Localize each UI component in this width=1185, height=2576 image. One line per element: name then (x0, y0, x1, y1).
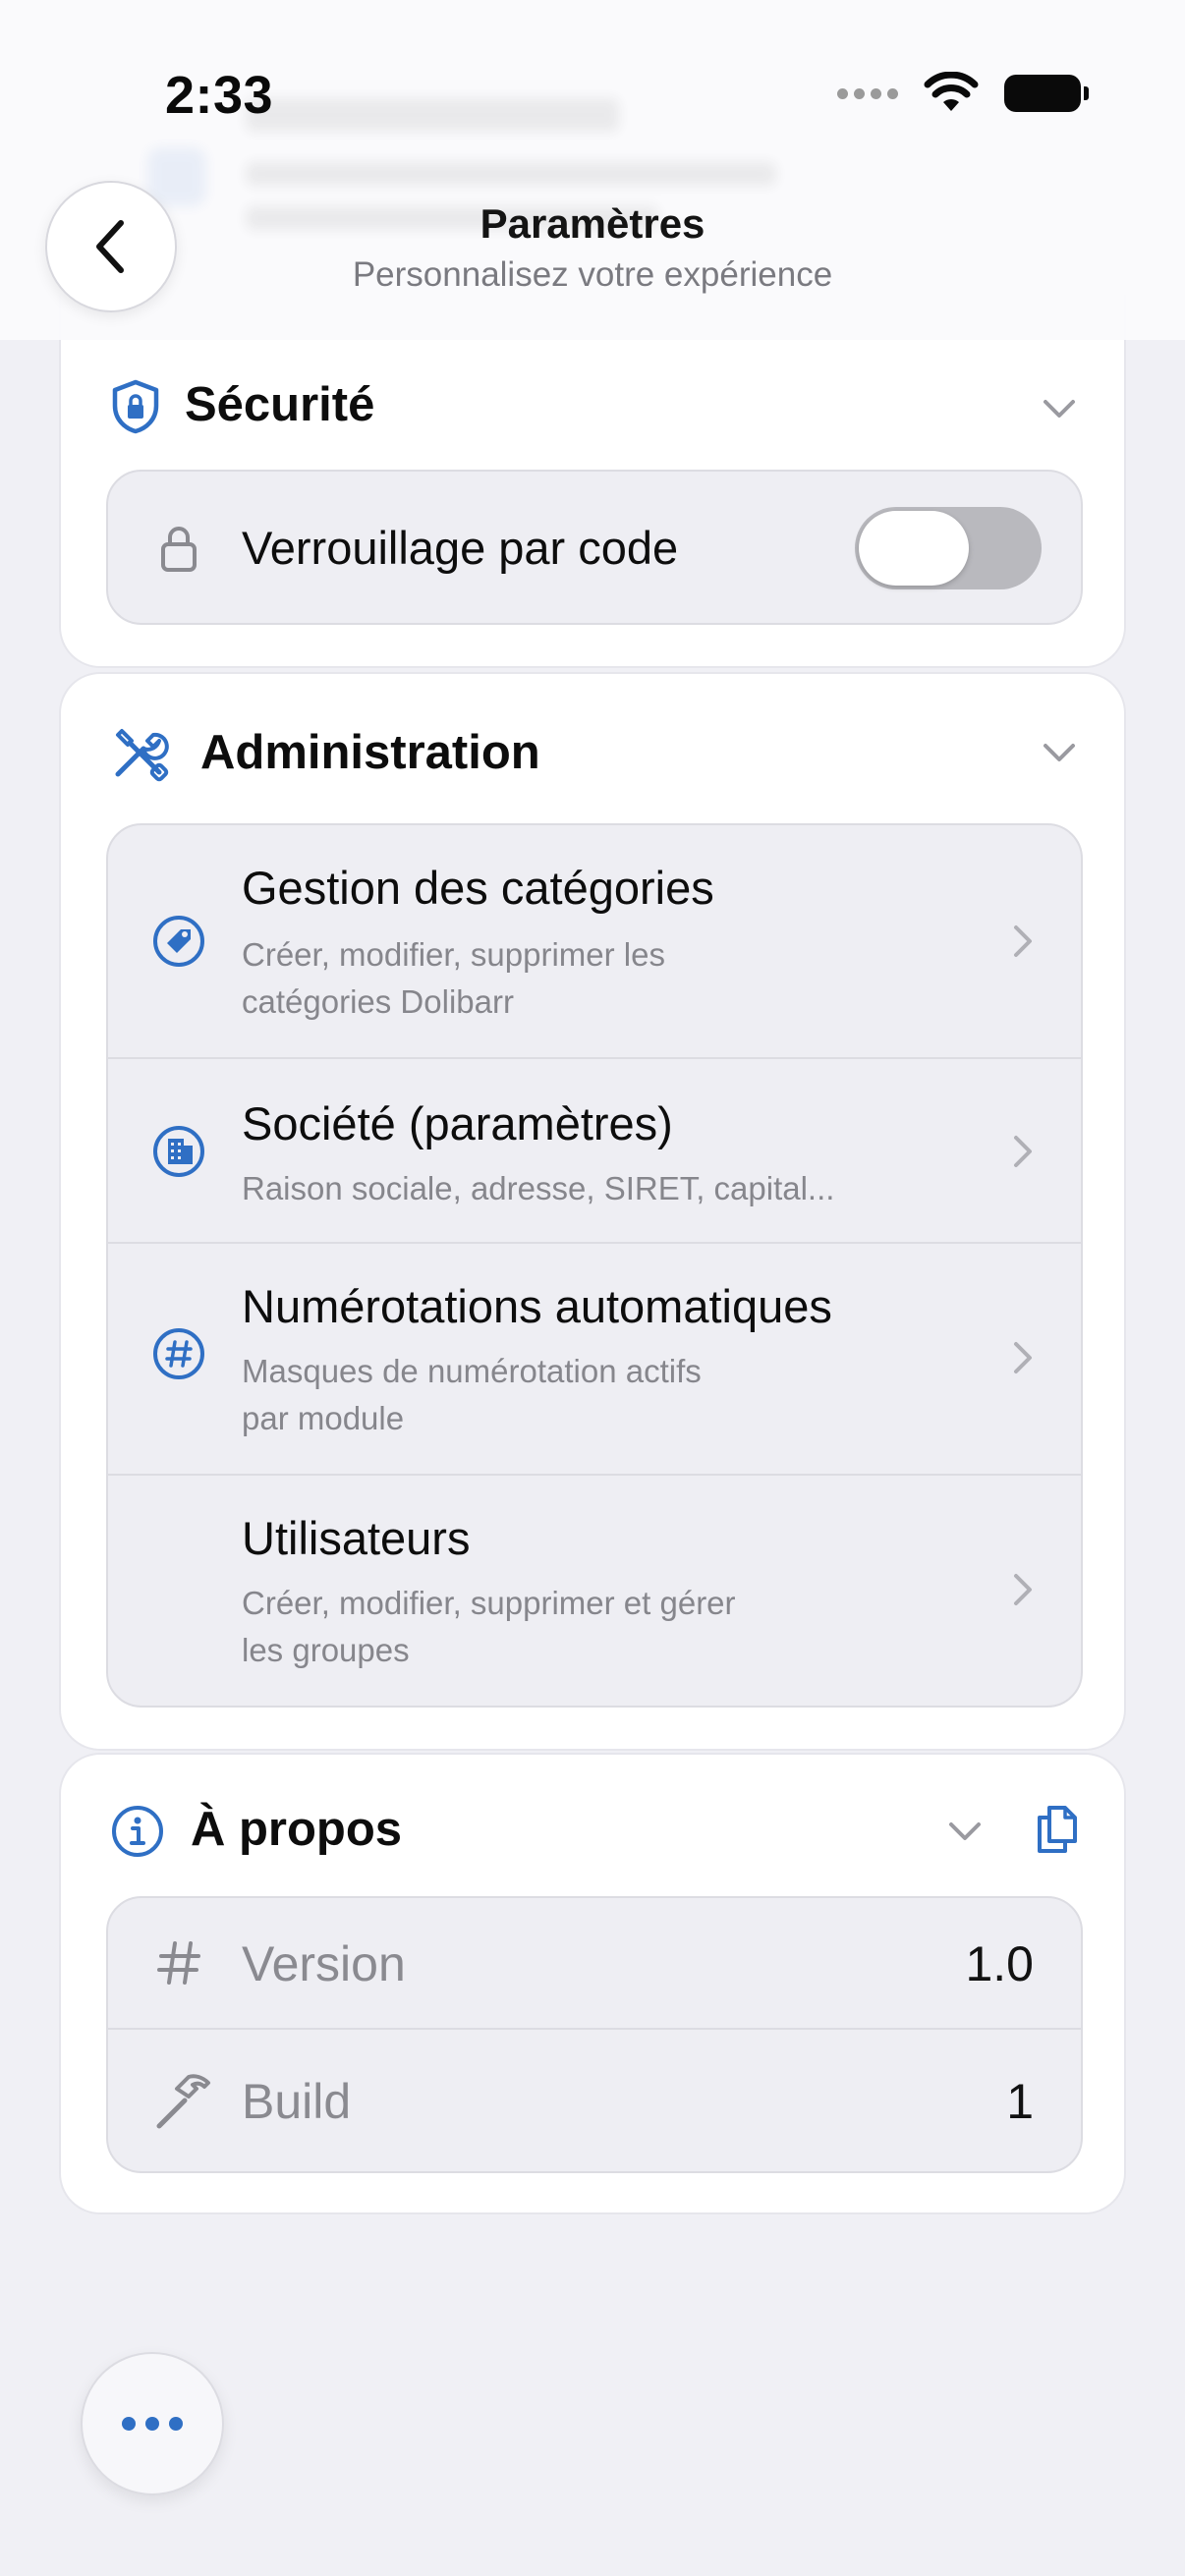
numbering-subtitle-line1: Masques de numérotation actifs (242, 1353, 702, 1389)
list-item-company[interactable]: Société (paramètres) Raison sociale, adr… (108, 1059, 1081, 1242)
passcode-lock-toggle[interactable] (855, 507, 1042, 589)
status-icons (837, 69, 1089, 118)
chevron-right-icon (1014, 1574, 1032, 1605)
wifi-icon (924, 72, 979, 111)
users-title: Utilisateurs (242, 1512, 471, 1564)
security-list: Verrouillage par code (106, 470, 1083, 625)
ellipsis-dot (145, 2417, 159, 2431)
users-subtitle-line2: les groupes (242, 1632, 410, 1668)
administration-section: Administration Gestion des catégories Cr… (59, 672, 1126, 1751)
battery-icon (1004, 75, 1089, 112)
security-title: Sécurité (185, 378, 375, 431)
cellular-signal-icon (837, 87, 898, 99)
chevron-right-icon (1014, 925, 1032, 957)
page-title: Paramètres (480, 200, 705, 247)
build-row: Build 1 (108, 2030, 1081, 2171)
version-label: Version (242, 1936, 406, 1991)
navigation-header: 2:33 Paramètres Personnalisez votre expé… (0, 0, 1185, 340)
tag-icon (153, 916, 204, 967)
administration-title: Administration (200, 726, 540, 779)
info-icon (112, 1806, 163, 1857)
categories-title: Gestion des catégories (242, 862, 714, 914)
build-label: Build (242, 2074, 352, 2129)
more-options-button[interactable] (81, 2352, 224, 2495)
hash-symbol-icon (157, 1941, 200, 1985)
hash-icon (153, 1328, 204, 1379)
administration-section-header[interactable]: Administration (61, 674, 1124, 802)
header-title-block: Paramètres Personnalisez votre expérienc… (0, 200, 1185, 295)
passcode-lock-label: Verrouillage par code (242, 522, 679, 574)
ellipsis-dot (122, 2417, 136, 2431)
chevron-down-icon[interactable] (1040, 733, 1079, 772)
administration-list: Gestion des catégories Créer, modifier, … (106, 823, 1083, 1708)
list-item-categories[interactable]: Gestion des catégories Créer, modifier, … (108, 825, 1081, 1057)
users-subtitle-line1: Créer, modifier, supprimer et gérer (242, 1585, 736, 1621)
about-title: À propos (191, 1803, 403, 1856)
build-value: 1 (1006, 2074, 1034, 2129)
security-section-header[interactable]: Sécurité (61, 344, 1124, 472)
chevron-down-icon[interactable] (1040, 389, 1079, 428)
categories-subtitle-line2: catégories Dolibarr (242, 983, 514, 1020)
hammer-icon (156, 2074, 210, 2129)
ellipsis-dot (169, 2417, 183, 2431)
version-row: Version 1.0 (108, 1898, 1081, 2028)
wrench-screwdriver-icon (115, 729, 169, 782)
status-time: 2:33 (165, 66, 274, 125)
numbering-subtitle-line2: par module (242, 1400, 405, 1436)
numbering-title: Numérotations automatiques (242, 1280, 832, 1332)
page-subtitle: Personnalisez votre expérience (352, 255, 833, 294)
version-value: 1.0 (965, 1936, 1034, 1991)
chevron-right-icon (1014, 1136, 1032, 1167)
about-list: Version 1.0 Build 1 (106, 1896, 1083, 2173)
chevron-down-icon[interactable] (945, 1812, 985, 1851)
list-item-users[interactable]: Utilisateurs Créer, modifier, supprimer … (108, 1476, 1081, 1706)
copy-document-icon[interactable] (1036, 1804, 1079, 1855)
company-subtitle: Raison sociale, adresse, SIRET, capital.… (242, 1170, 835, 1206)
list-item-numbering[interactable]: Numérotations automatiques Masques de nu… (108, 1244, 1081, 1474)
about-section-header[interactable]: À propos (61, 1755, 1124, 1882)
shield-icon (112, 379, 159, 434)
company-title: Société (paramètres) (242, 1097, 673, 1149)
lock-icon (161, 527, 197, 572)
security-section: Sécurité Verrouillage par code (59, 295, 1126, 668)
about-section: À propos Version 1.0 Build 1 (59, 1753, 1126, 2214)
building-icon (153, 1126, 204, 1177)
categories-subtitle-line1: Créer, modifier, supprimer les (242, 936, 665, 973)
chevron-right-icon (1014, 1342, 1032, 1373)
toggle-knob (859, 511, 969, 586)
passcode-lock-row: Verrouillage par code (108, 472, 1081, 623)
